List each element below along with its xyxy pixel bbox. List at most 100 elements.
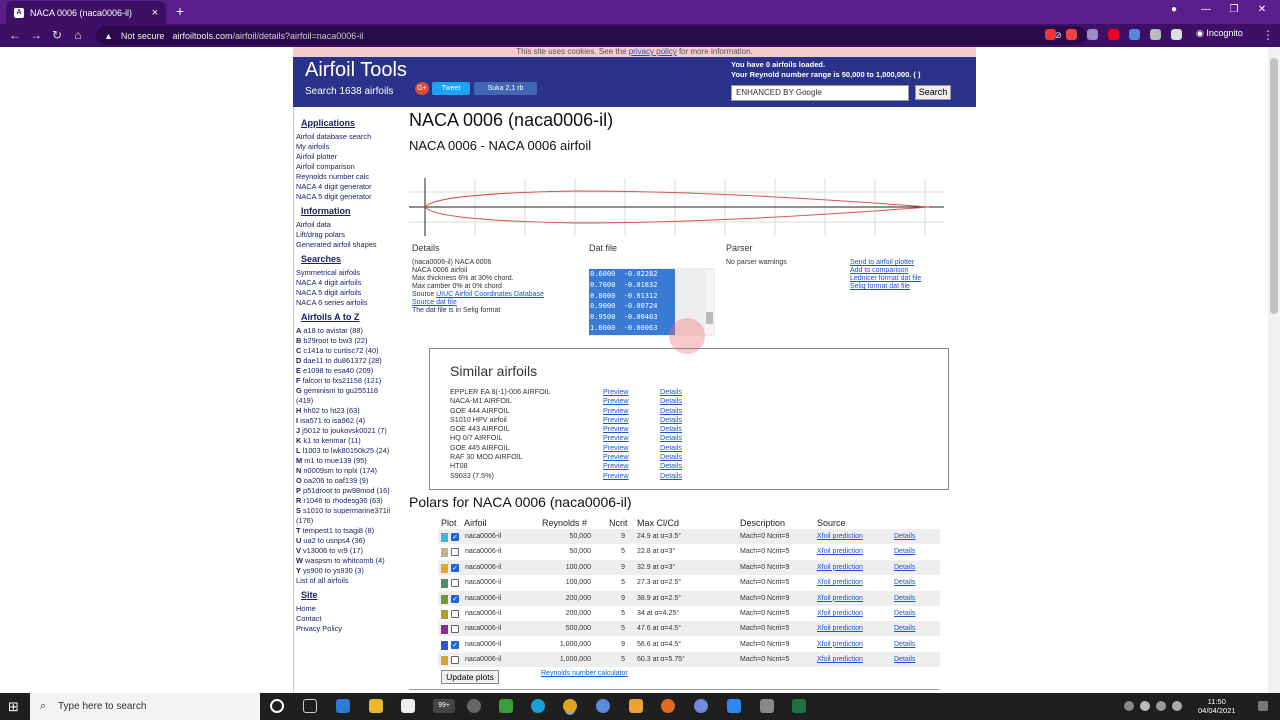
polar-details-link[interactable]: Details xyxy=(894,564,915,571)
app-icon[interactable] xyxy=(629,699,643,713)
searches-link[interactable]: Symmetrical airfoils xyxy=(296,268,406,278)
close-window-icon[interactable]: ✕ xyxy=(1252,4,1272,15)
preview-link[interactable]: Preview xyxy=(603,387,660,396)
plot-checkbox[interactable] xyxy=(451,579,459,588)
search-button[interactable]: Search xyxy=(915,85,951,100)
polar-details-link[interactable]: Details xyxy=(894,533,915,540)
preview-link[interactable]: Preview xyxy=(603,424,660,433)
polar-details-link[interactable]: Details xyxy=(894,625,915,632)
file-explorer-icon[interactable] xyxy=(369,699,383,713)
airfoil-index-link[interactable]: F falcon to fxs21158 (121) xyxy=(296,376,406,386)
details-link[interactable]: Details xyxy=(660,471,682,480)
add-to-comparison-link[interactable]: Add to comparison xyxy=(850,267,921,275)
xfoil-prediction-link[interactable]: Xfoil prediction xyxy=(817,595,863,602)
app-icon[interactable] xyxy=(336,699,350,713)
address-bar[interactable]: ▲ Not secure airfoiltools.com/airfoil/de… xyxy=(96,26,1086,45)
dat-file-selected-text[interactable]: 0.6000 -0.02282 0.7000 -0.01832 0.8000 -0.… xyxy=(589,269,675,335)
applications-link[interactable]: Reynolds number calc xyxy=(296,172,406,182)
menu-icon[interactable]: ⋮ xyxy=(1260,28,1276,42)
preview-link[interactable]: Preview xyxy=(603,433,660,442)
applications-link[interactable]: NACA 5 digit generator xyxy=(296,192,406,202)
new-tab-button[interactable]: + xyxy=(172,3,188,19)
airfoil-index-link[interactable]: I isa571 to isa962 (4) xyxy=(296,416,406,426)
browser-tab[interactable]: A NACA 0006 (naca0006-il) × xyxy=(6,1,166,24)
applications-link[interactable]: My airfoils xyxy=(296,142,406,152)
airfoil-index-link[interactable]: G geminism to gu255118 xyxy=(296,386,406,396)
preview-link[interactable]: Preview xyxy=(603,461,660,470)
site-link[interactable]: Privacy Policy xyxy=(296,624,406,634)
airfoil-index-link[interactable]: O oa206 to oaf139 (9) xyxy=(296,476,406,486)
plot-checkbox[interactable] xyxy=(451,625,459,634)
details-link[interactable]: Details xyxy=(660,443,682,452)
airfoil-index-link[interactable]: B b29root to bw3 (22) xyxy=(296,336,406,346)
airfoil-index-link[interactable]: U ua2 to usnps4 (36) xyxy=(296,536,406,546)
xfoil-prediction-link[interactable]: Xfoil prediction xyxy=(817,533,863,540)
xfoil-prediction-link[interactable]: Xfoil prediction xyxy=(817,656,863,663)
privacy-policy-link[interactable]: privacy policy xyxy=(629,47,677,56)
google-search-input[interactable]: ENHANCED BY Google xyxy=(731,85,909,101)
cortana-icon[interactable] xyxy=(270,699,284,713)
applications-link[interactable]: NACA 4 digit generator xyxy=(296,182,406,192)
airfoil-index-link[interactable]: K k1 to kenmar (11) xyxy=(296,436,406,446)
searches-link[interactable]: NACA 6 series airfoils xyxy=(296,298,406,308)
tab-search-icon[interactable]: ● xyxy=(1164,4,1184,15)
applications-link[interactable]: Airfoil database search xyxy=(296,132,406,142)
preview-link[interactable]: Preview xyxy=(603,452,660,461)
airfoil-index-link[interactable]: L l1003 to lwk80150k25 (24) xyxy=(296,446,406,456)
details-link[interactable]: Details xyxy=(660,406,682,415)
airfoil-index-link[interactable]: W waspsm to whitcomb (4) xyxy=(296,556,406,566)
airfoil-index-link[interactable]: (176) xyxy=(296,516,406,526)
polar-details-link[interactable]: Details xyxy=(894,656,915,663)
plot-checkbox[interactable] xyxy=(451,548,459,557)
airfoil-index-link[interactable]: M m1 to mue139 (95) xyxy=(296,456,406,466)
plot-checkbox[interactable]: ✓ xyxy=(451,533,459,541)
update-plots-button[interactable]: Update plots xyxy=(441,670,499,684)
plot-checkbox[interactable]: ✓ xyxy=(451,563,459,572)
discord-icon[interactable] xyxy=(694,699,708,713)
extension-icon[interactable] xyxy=(1108,29,1119,40)
firefox-icon[interactable] xyxy=(661,699,675,713)
send-to-plotter-link[interactable]: Send to airfoil plotter xyxy=(850,259,921,267)
airfoil-index-link[interactable]: P p51droot to pw98mod (16) xyxy=(296,486,406,496)
taskbar-clock[interactable]: 11:50 04/04/2021 xyxy=(1198,697,1236,715)
airfoil-index-link[interactable]: H hh02 to ht23 (63) xyxy=(296,406,406,416)
dat-file-scrollbar-thumb[interactable] xyxy=(706,312,713,324)
uiuc-source-link[interactable]: UIUC Airfoil Coordinates Database xyxy=(436,291,544,298)
source-dat-link[interactable]: Source dat file xyxy=(412,299,457,306)
edge-icon[interactable] xyxy=(531,699,545,713)
applications-link[interactable]: Airfoil plotter xyxy=(296,152,406,162)
extension-icon[interactable] xyxy=(1150,29,1161,40)
airfoil-index-link[interactable]: E e1098 to esa40 (209) xyxy=(296,366,406,376)
airfoil-index-link[interactable]: Y ys900 to ys930 (3) xyxy=(296,566,406,576)
polar-details-link[interactable]: Details xyxy=(894,548,915,555)
notifications-icon[interactable] xyxy=(1258,701,1268,711)
information-link[interactable]: Lift/drag polars xyxy=(296,230,406,240)
xfoil-prediction-link[interactable]: Xfoil prediction xyxy=(817,641,863,648)
details-link[interactable]: Details xyxy=(660,452,682,461)
xfoil-prediction-link[interactable]: Xfoil prediction xyxy=(817,625,863,632)
polar-details-link[interactable]: Details xyxy=(894,610,915,617)
airfoil-index-link[interactable]: R r1046 to rhodesg36 (63) xyxy=(296,496,406,506)
airfoil-index-link[interactable]: D dae11 to du861372 (28) xyxy=(296,356,406,366)
google-plus-icon[interactable]: G+ xyxy=(415,82,429,95)
preview-link[interactable]: Preview xyxy=(603,396,660,405)
preview-link[interactable]: Preview xyxy=(603,406,660,415)
airfoil-index-link[interactable]: List of all airfoils xyxy=(296,576,406,586)
app-icon[interactable] xyxy=(760,699,774,713)
plot-checkbox[interactable] xyxy=(451,610,459,618)
details-link[interactable]: Details xyxy=(660,415,682,424)
excel-icon[interactable] xyxy=(792,699,806,713)
airfoil-index-link[interactable]: S s1010 to supermarine371ii xyxy=(296,506,406,516)
airfoil-index-link[interactable]: T tempest1 to tsagi8 (8) xyxy=(296,526,406,536)
airfoil-index-link[interactable]: N n0009sm to nplx (174) xyxy=(296,466,406,476)
searches-link[interactable]: NACA 4 digit airfoils xyxy=(296,278,406,288)
tweet-button[interactable]: Tweet xyxy=(432,82,470,95)
app-icon[interactable] xyxy=(467,699,481,713)
forward-icon[interactable]: → xyxy=(28,28,44,42)
airfoil-index-link[interactable]: J j5012 to joukovsk0021 (7) xyxy=(296,426,406,436)
network-icon[interactable] xyxy=(1156,701,1166,711)
preview-link[interactable]: Preview xyxy=(603,415,660,424)
polar-details-link[interactable]: Details xyxy=(894,641,915,648)
xfoil-prediction-link[interactable]: Xfoil prediction xyxy=(817,548,863,555)
tray-icon[interactable] xyxy=(1124,701,1134,711)
